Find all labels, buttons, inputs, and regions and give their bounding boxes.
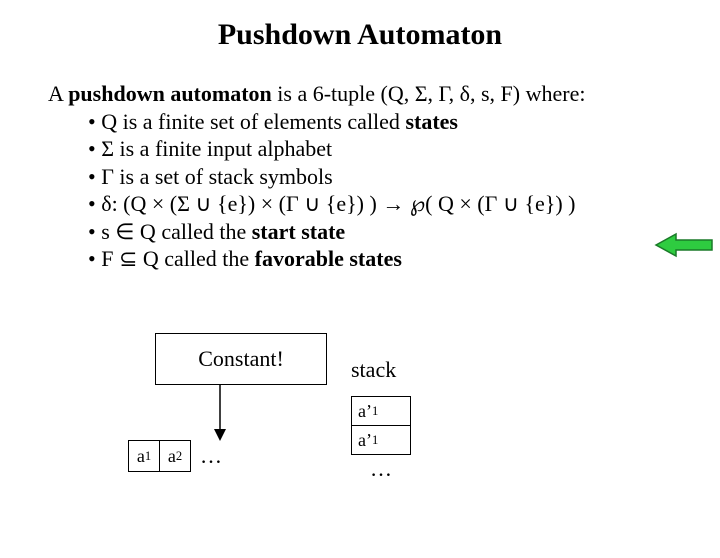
bullet1-bold: states xyxy=(405,109,458,134)
stack-label: stack xyxy=(351,357,396,383)
intro-prefix: A xyxy=(48,81,68,106)
stack-column: a’1 a’1 … xyxy=(351,396,411,482)
stack-c2-sub: 1 xyxy=(372,433,378,448)
tape-a2-base: a xyxy=(168,446,176,467)
intro-bold: pushdown automaton xyxy=(68,81,272,106)
input-tape: a1 a2 … xyxy=(128,440,222,472)
bullet6-pre: • F ⊆ Q called the xyxy=(88,246,255,271)
bullet-favorable: • F ⊆ Q called the favorable states xyxy=(88,245,710,273)
stack-cell: a’1 xyxy=(351,396,411,426)
stack-c1-sub: 1 xyxy=(372,404,378,419)
constant-label: Constant! xyxy=(198,346,284,372)
bullet-delta: • δ: (Q × (Σ ∪ {e}) × (Γ ∪ {e}) ) → ℘( Q… xyxy=(88,190,710,218)
intro-line: A pushdown automaton is a 6-tuple (Q, Σ,… xyxy=(48,80,710,108)
tape-cell: a1 xyxy=(128,440,160,472)
stack-ellipsis: … xyxy=(351,454,411,482)
stack-cell: a’1 xyxy=(351,425,411,455)
intro-suffix: is a 6-tuple (Q, Σ, Γ, δ, s, F) where: xyxy=(272,81,586,106)
bullet6-bold: favorable states xyxy=(255,246,402,271)
tape-ellipsis: … xyxy=(200,443,222,469)
definition-block: A pushdown automaton is a 6-tuple (Q, Σ,… xyxy=(48,80,710,273)
stack-c1-base: a’ xyxy=(358,401,372,422)
arrow-down-icon xyxy=(210,385,230,441)
stack-c2-base: a’ xyxy=(358,430,372,451)
page-title: Pushdown Automaton xyxy=(0,18,720,52)
bullet-states: • Q is a finite set of elements called s… xyxy=(88,108,710,136)
bullet5-pre: • s ∈ Q called the xyxy=(88,219,252,244)
tape-a1-base: a xyxy=(137,446,145,467)
tape-a1-sub: 1 xyxy=(145,449,151,464)
bullet1-pre: • Q is a finite set of elements called xyxy=(88,109,405,134)
highlight-arrow-icon xyxy=(654,232,714,263)
constant-callout: Constant! xyxy=(155,333,327,385)
bullet-gamma: • Γ is a set of stack symbols xyxy=(88,163,710,191)
tape-cell: a2 xyxy=(159,440,191,472)
bullet-sigma: • Σ is a finite input alphabet xyxy=(88,135,710,163)
bullet5-bold: start state xyxy=(252,219,345,244)
tape-a2-sub: 2 xyxy=(176,449,182,464)
bullet-start: • s ∈ Q called the start state xyxy=(88,218,710,246)
